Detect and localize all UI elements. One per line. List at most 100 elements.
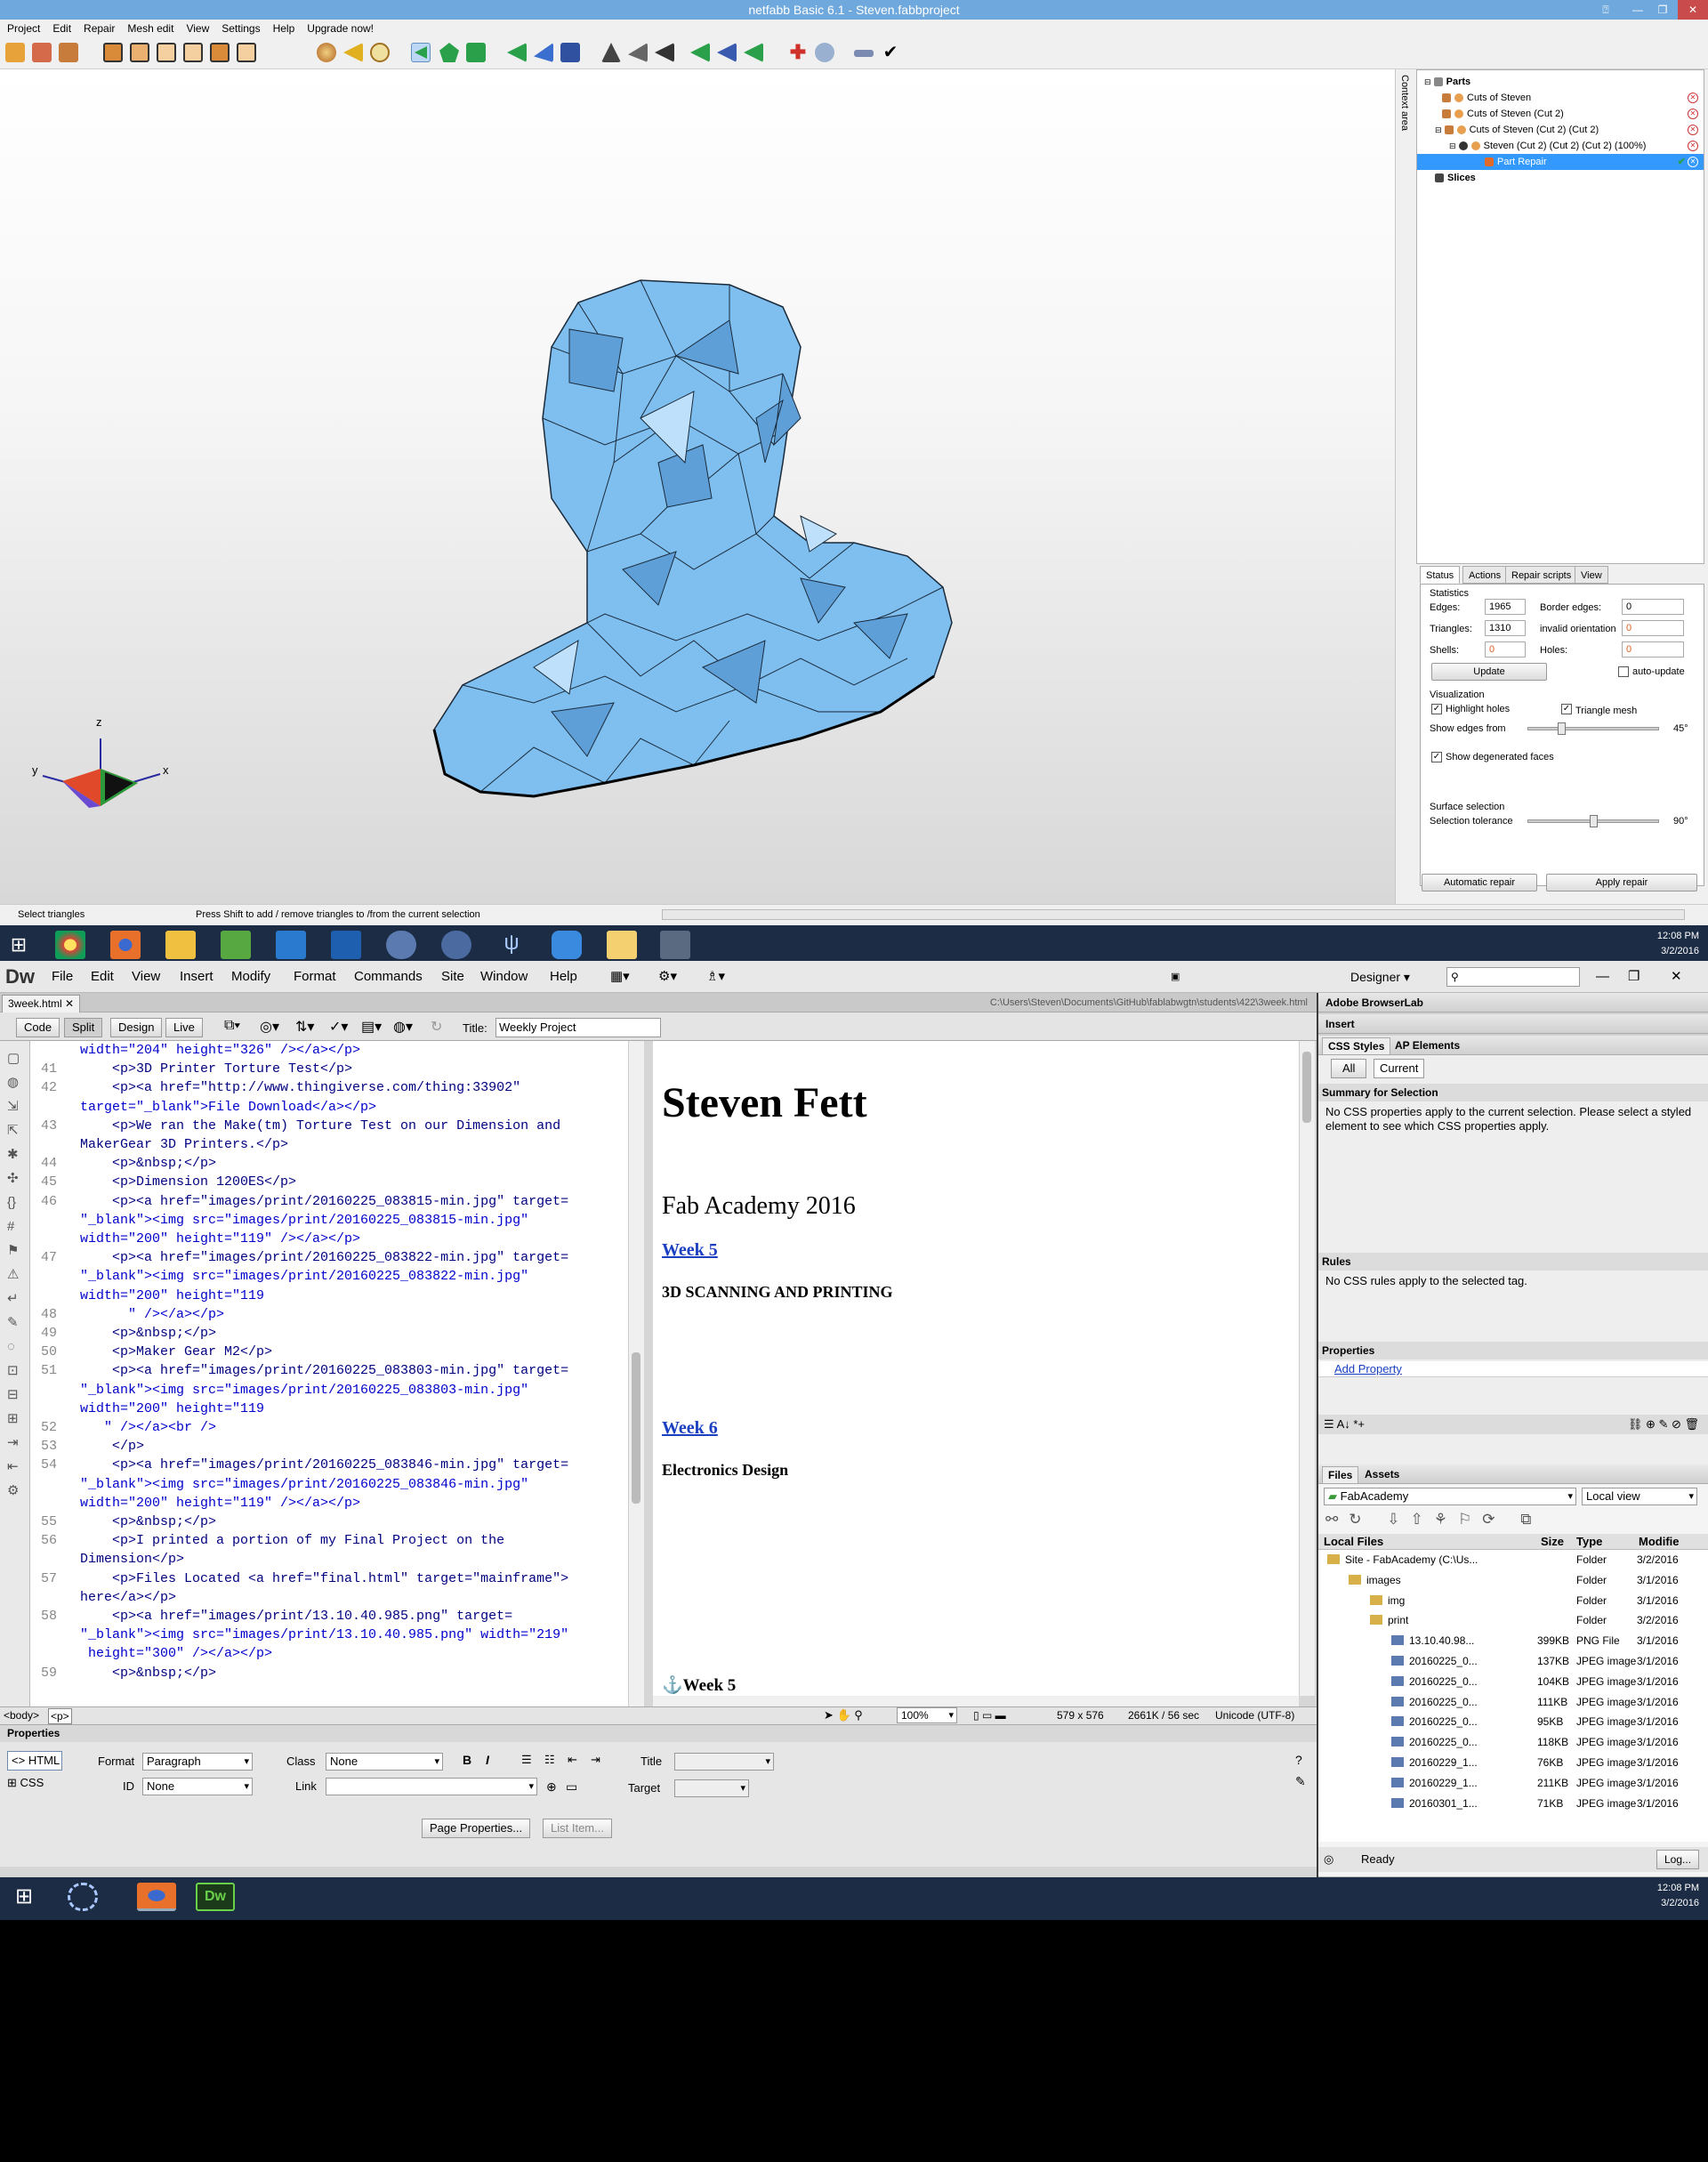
design-scroll-thumb[interactable] xyxy=(1302,1052,1311,1123)
code-scroll-thumb[interactable] xyxy=(632,1352,640,1504)
add-part-icon[interactable] xyxy=(32,43,52,62)
category-view-icon[interactable]: ☰ xyxy=(1324,1417,1334,1431)
cortana-icon[interactable] xyxy=(68,1883,98,1911)
get-files-icon[interactable]: ⇩ xyxy=(1387,1511,1410,1528)
tab-repair-scripts[interactable]: Repair scripts xyxy=(1505,566,1578,584)
menu-mesh-edit[interactable]: Mesh edit xyxy=(127,20,173,37)
view-top-icon[interactable] xyxy=(210,43,230,62)
zoom-icon[interactable] xyxy=(370,43,390,62)
log-button[interactable]: Log... xyxy=(1656,1850,1700,1869)
automatic-repair-button[interactable]: Automatic repair xyxy=(1422,874,1537,891)
close-button[interactable]: ✕ xyxy=(1678,0,1708,20)
apply-repair-button[interactable]: Apply repair xyxy=(1546,874,1697,891)
tab-view[interactable]: View xyxy=(1575,566,1608,584)
mesh-tool-6-icon[interactable] xyxy=(655,43,674,62)
code-view-button[interactable]: Code xyxy=(16,1018,60,1037)
multiscreen-icon[interactable]: ⧉▾ xyxy=(224,1018,240,1034)
mesh-tool-5-icon[interactable] xyxy=(628,43,648,62)
tab-files[interactable]: Files xyxy=(1322,1466,1359,1483)
edges-slider-track[interactable] xyxy=(1527,727,1659,730)
file-row[interactable]: 20160301_1... 71KB JPEG image 3/1/2016 xyxy=(1318,1794,1708,1813)
file-row[interactable]: 20160229_1... 76KB JPEG image 3/1/2016 xyxy=(1318,1753,1708,1772)
all-button[interactable]: All xyxy=(1331,1059,1367,1078)
selection-back-icon[interactable] xyxy=(690,43,710,62)
menu-modify[interactable]: Modify xyxy=(231,961,270,993)
edges-slider-handle[interactable] xyxy=(1558,722,1566,735)
connect-icon[interactable]: ⚯ xyxy=(1325,1511,1349,1528)
menu-help[interactable]: Help xyxy=(273,20,295,37)
app-icon-5[interactable] xyxy=(276,931,306,959)
file-row[interactable]: print Folder 3/2/2016 xyxy=(1318,1610,1708,1630)
link-week-5[interactable]: Week 5 xyxy=(662,1240,718,1261)
quick-tag-icon[interactable]: ✎ xyxy=(1295,1774,1306,1789)
help-icon[interactable]: ⍰ xyxy=(1591,0,1621,20)
preview-icon[interactable]: ◎▾ xyxy=(260,1018,279,1036)
css-mode-button[interactable]: ⊞ CSS xyxy=(7,1776,44,1790)
outdent-icon[interactable]: ⇤ xyxy=(568,1753,577,1767)
mesh-tool-3-icon[interactable] xyxy=(560,43,580,62)
clock-bottom[interactable]: 12:08 PM 3/2/2016 xyxy=(1657,1881,1699,1911)
3d-viewport[interactable]: z y x xyxy=(0,69,1395,904)
visual-aids-icon[interactable]: ▤▾ xyxy=(361,1018,382,1036)
target-select[interactable] xyxy=(674,1779,749,1797)
design-view-button[interactable]: Design xyxy=(110,1018,163,1037)
collapse-selection-icon[interactable]: ⇱ xyxy=(7,1118,22,1142)
col-type[interactable]: Type xyxy=(1576,1534,1602,1550)
tab-assets[interactable]: Assets xyxy=(1365,1468,1399,1480)
open-documents-icon[interactable]: ▢ xyxy=(7,1046,22,1070)
refresh-icon[interactable]: ↻ xyxy=(1349,1511,1372,1528)
format-select[interactable]: Paragraph xyxy=(142,1753,253,1771)
degenerated-checkbox[interactable]: ✓ xyxy=(1431,752,1442,762)
id-select[interactable]: None xyxy=(142,1778,253,1795)
remove-icon[interactable]: ✕ xyxy=(1688,125,1698,135)
file-row[interactable]: img Folder 3/1/2016 xyxy=(1318,1591,1708,1610)
italic-button[interactable]: I xyxy=(486,1753,489,1767)
file-row[interactable]: 20160225_0... 104KB JPEG image 3/1/2016 xyxy=(1318,1672,1708,1691)
put-files-icon[interactable]: ⇧ xyxy=(1410,1511,1433,1528)
check-browser-icon[interactable]: ◍▾ xyxy=(393,1018,413,1036)
tag-body[interactable]: <body> xyxy=(4,1707,39,1723)
title-attr-input[interactable] xyxy=(674,1753,774,1771)
layout-icon[interactable]: ▦▾ xyxy=(610,961,630,993)
indent-icon[interactable]: ⇥ xyxy=(7,1431,22,1455)
link-week-6[interactable]: Week 6 xyxy=(662,1418,718,1439)
remove-comment-icon[interactable]: ◌ xyxy=(7,1335,22,1359)
menu-view[interactable]: View xyxy=(132,961,160,993)
mesh-tool-2-icon[interactable] xyxy=(534,43,553,62)
file-row[interactable]: 13.10.40.98... 399KB PNG File 3/1/2016 xyxy=(1318,1631,1708,1650)
highlight-invalid-icon[interactable]: ⚑ xyxy=(7,1238,22,1263)
gear-icon[interactable]: ⚙▾ xyxy=(658,961,677,993)
window-size-icons[interactable]: ▯ ▭ ▬ xyxy=(973,1707,1006,1723)
checkmark-icon[interactable]: ✔ xyxy=(881,43,900,62)
tree-item[interactable]: Cuts of Steven ✕ xyxy=(1442,90,1708,106)
view-right-icon[interactable] xyxy=(183,43,203,62)
minus-icon[interactable] xyxy=(854,50,874,57)
expand-all-icon[interactable]: ✱ xyxy=(7,1142,22,1166)
select-parent-tag-icon[interactable]: ✣ xyxy=(7,1166,22,1190)
properties-header[interactable]: Properties xyxy=(0,1724,1317,1742)
format-source-icon[interactable]: ⚙ xyxy=(7,1479,22,1503)
chrome-icon[interactable] xyxy=(55,931,85,959)
menu-edit[interactable]: Edit xyxy=(52,20,71,37)
file-row[interactable]: Site - FabAcademy (C:\Us... Folder 3/2/201… xyxy=(1318,1550,1708,1569)
menu-insert[interactable]: Insert xyxy=(180,961,214,993)
windows-start-icon[interactable]: ⊞ xyxy=(9,1883,39,1911)
remove-icon[interactable]: ✕ xyxy=(1688,109,1698,119)
file-management-icon[interactable]: ⇅▾ xyxy=(295,1018,314,1036)
file-row[interactable]: 20160225_0... 95KB JPEG image 3/1/2016 xyxy=(1318,1712,1708,1731)
col-local-files[interactable]: Local Files xyxy=(1324,1534,1383,1550)
restore-button[interactable]: ❐ xyxy=(1628,961,1640,993)
window-size[interactable]: 579 x 576 xyxy=(1057,1707,1104,1723)
page-properties-button[interactable]: Page Properties... xyxy=(422,1819,531,1838)
netfabb-task-icon[interactable] xyxy=(607,931,637,959)
tree-item[interactable]: Cuts of Steven (Cut 2) ✕ xyxy=(1442,106,1708,122)
menu-edit[interactable]: Edit xyxy=(91,961,114,993)
app-icon-10[interactable] xyxy=(552,931,582,959)
sitemanager-icon[interactable]: ♗▾ xyxy=(706,961,725,993)
w3c-validate-icon[interactable]: ✓▾ xyxy=(329,1018,348,1036)
remove-icon[interactable]: ✕ xyxy=(1688,93,1698,103)
netfabb-active-icon[interactable] xyxy=(660,931,690,959)
file-row[interactable]: images Folder 3/1/2016 xyxy=(1318,1570,1708,1590)
parts-tree[interactable]: ⊟ Parts Cuts of Steven ✕ Cuts of Steven (… xyxy=(1416,69,1704,564)
tab-ap-elements[interactable]: AP Elements xyxy=(1395,1039,1460,1052)
